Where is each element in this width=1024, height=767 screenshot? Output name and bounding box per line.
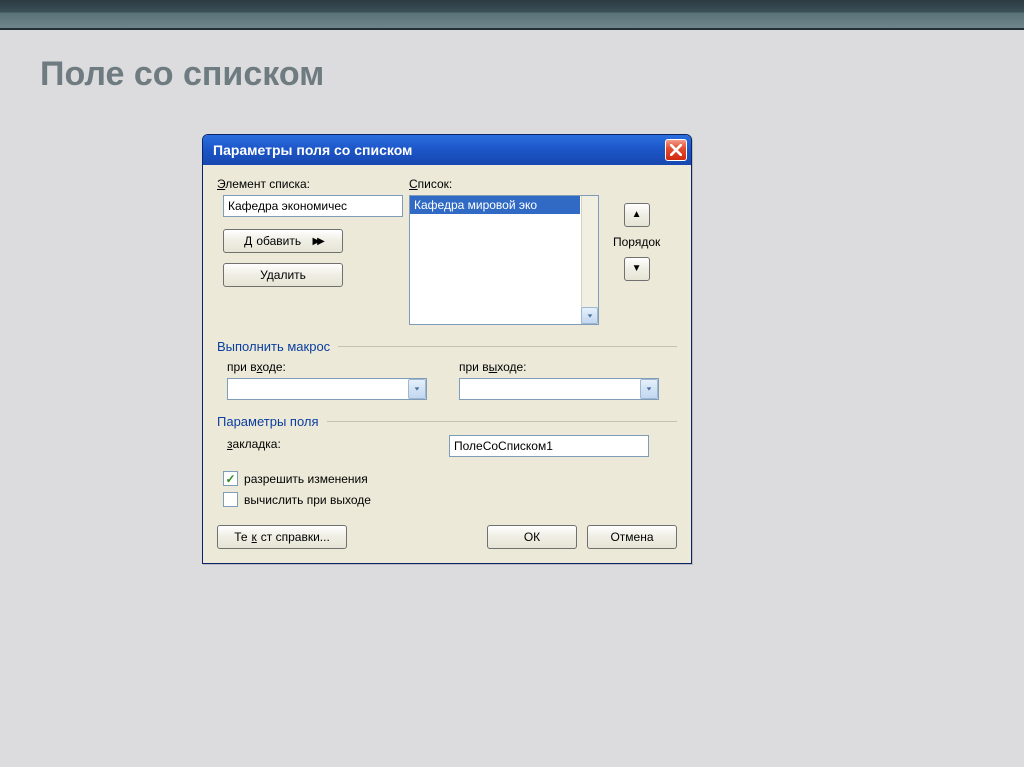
move-down-button[interactable]: ▼ <box>624 257 650 281</box>
cancel-button[interactable]: Отмена <box>587 525 677 549</box>
ok-button[interactable]: ОК <box>487 525 577 549</box>
chevron-down-icon <box>413 385 421 393</box>
delete-button[interactable]: Удалить <box>223 263 343 287</box>
forward-icon: ▶▶ <box>312 236 321 247</box>
page-title: Поле со списком <box>40 55 1024 94</box>
scrollbar-vertical[interactable] <box>581 196 598 324</box>
element-input[interactable] <box>223 195 403 217</box>
group-macro: Выполнить макрос <box>217 339 677 354</box>
macro-exit-label: при выходе: <box>459 360 669 374</box>
dropdown-button[interactable] <box>408 379 426 399</box>
close-icon <box>670 144 682 156</box>
list-label: Список: <box>409 177 599 191</box>
chevron-down-icon <box>645 385 653 393</box>
add-button[interactable]: Добавить ▶▶ <box>223 229 343 253</box>
dropdown-button[interactable] <box>640 379 658 399</box>
calc-on-exit-checkbox[interactable] <box>223 492 238 507</box>
allow-changes-checkbox[interactable] <box>223 471 238 486</box>
arrow-down-icon: ▼ <box>632 264 642 274</box>
close-button[interactable] <box>665 139 687 161</box>
macro-entry-input[interactable] <box>227 378 427 400</box>
calc-on-exit-label: вычислить при выходе <box>244 493 371 507</box>
bookmark-label: закладка: <box>227 437 443 451</box>
macro-exit-combo[interactable] <box>459 378 659 400</box>
order-label: Порядок <box>613 235 660 249</box>
listbox[interactable]: Кафедра мировой эко <box>409 195 599 325</box>
scrollbar-down-icon[interactable] <box>581 307 598 324</box>
macro-exit-input[interactable] <box>459 378 659 400</box>
arrow-up-icon: ▲ <box>632 210 642 220</box>
list-item[interactable]: Кафедра мировой эко <box>410 196 580 214</box>
help-text-button[interactable]: Текст справки... <box>217 525 347 549</box>
dialog-title: Параметры поля со списком <box>213 142 412 158</box>
group-params: Параметры поля <box>217 414 677 429</box>
bookmark-input[interactable] <box>449 435 649 457</box>
top-stripe <box>0 0 1024 30</box>
titlebar[interactable]: Параметры поля со списком <box>203 135 691 165</box>
move-up-button[interactable]: ▲ <box>624 203 650 227</box>
dialog-combobox-params: Параметры поля со списком Элемент списка… <box>202 134 692 564</box>
allow-changes-label: разрешить изменения <box>244 472 368 486</box>
element-label: Элемент списка: <box>217 177 403 191</box>
macro-entry-combo[interactable] <box>227 378 427 400</box>
macro-entry-label: при входе: <box>227 360 437 374</box>
